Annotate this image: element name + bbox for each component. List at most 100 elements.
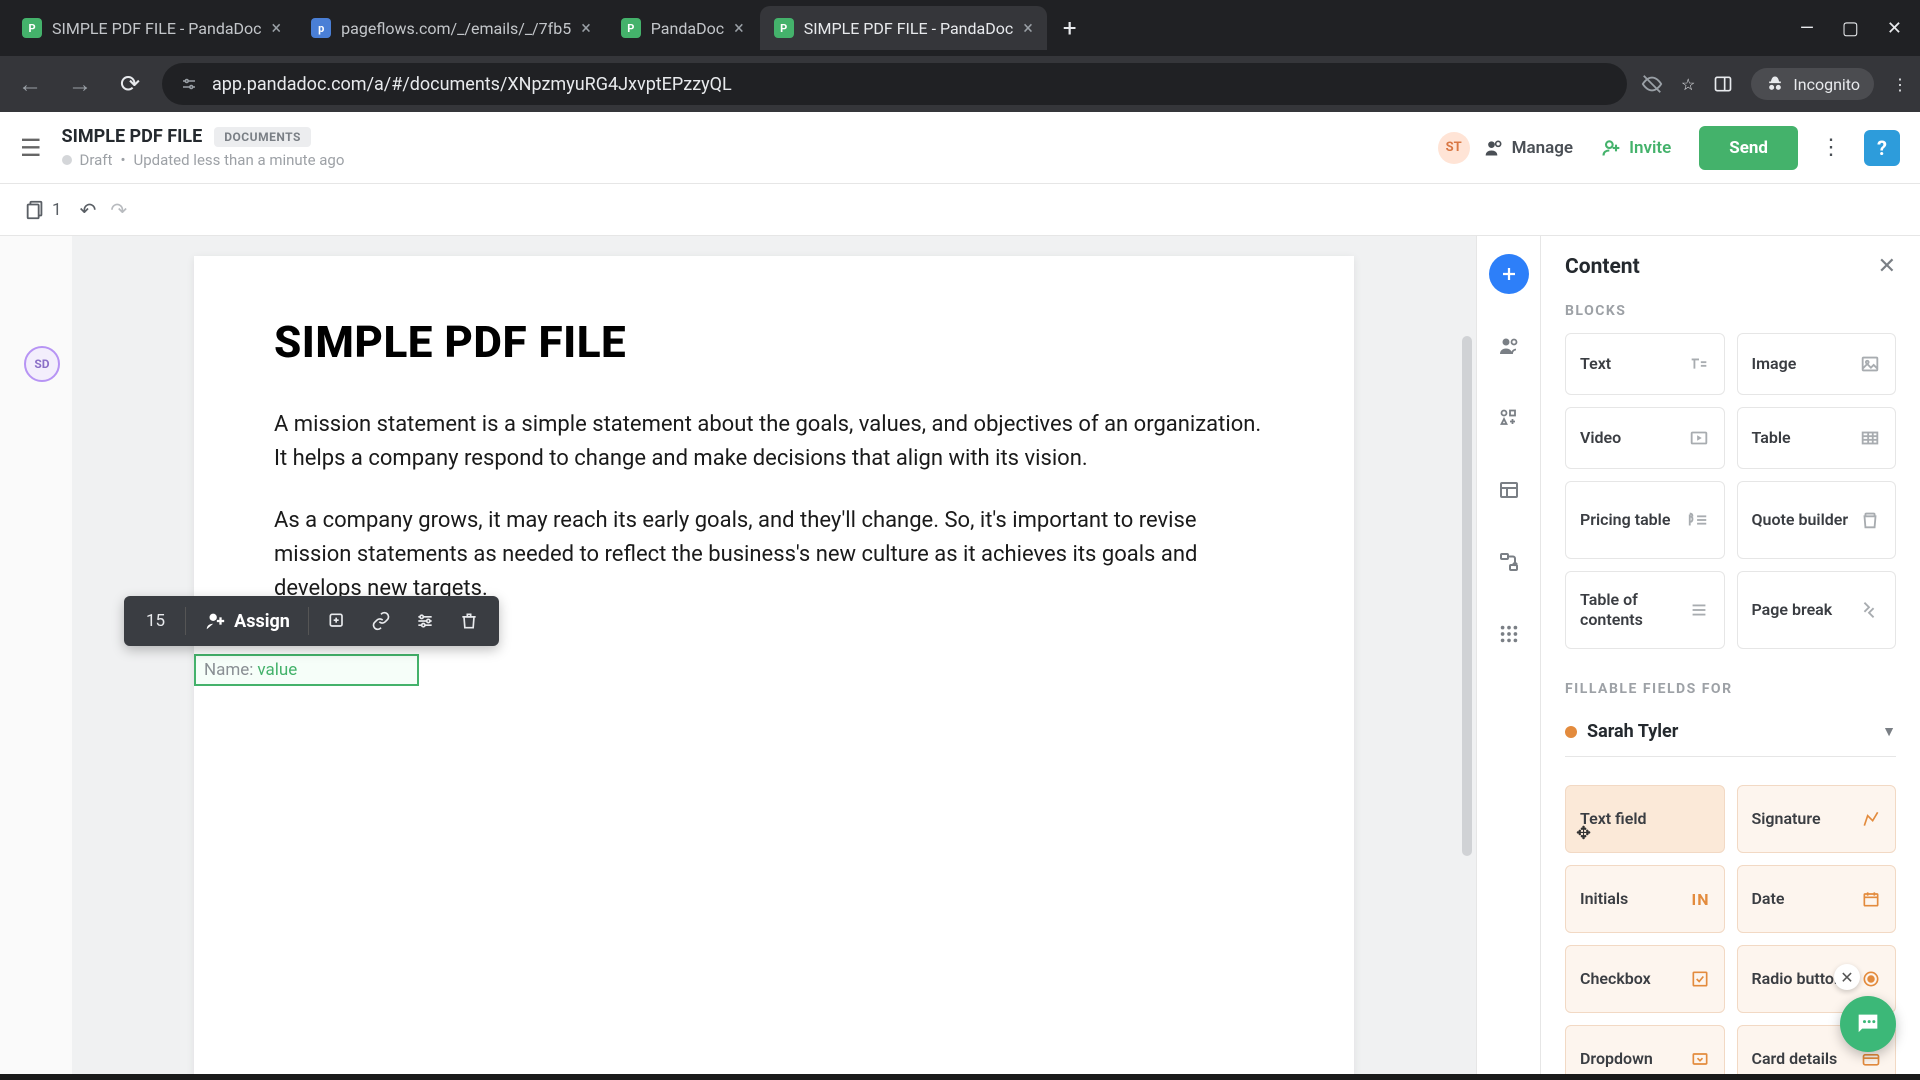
- browser-tab-strip: P SIMPLE PDF FILE - PandaDoc × p pageflo…: [0, 0, 1920, 56]
- eye-off-icon[interactable]: [1641, 73, 1663, 95]
- duplicate-icon[interactable]: [317, 605, 357, 637]
- minimize-icon[interactable]: —: [1800, 18, 1814, 39]
- site-settings-icon[interactable]: [180, 75, 198, 93]
- content-panel: Content ✕ BLOCKS Text Image Video: [1540, 236, 1920, 1080]
- address-bar[interactable]: app.pandadoc.com/a/#/documents/XNpzmyuRG…: [162, 63, 1627, 105]
- fillable-section-label: FILLABLE FIELDS FOR: [1541, 669, 1920, 711]
- new-tab-button[interactable]: +: [1049, 14, 1091, 42]
- block-image[interactable]: Image: [1737, 333, 1897, 395]
- close-panel-button[interactable]: ✕: [1878, 254, 1896, 279]
- block-label: Image: [1752, 354, 1797, 374]
- redo-button: ↷: [110, 198, 127, 222]
- apps-icon[interactable]: [1489, 614, 1529, 654]
- side-panel-icon[interactable]: [1713, 74, 1733, 94]
- back-button[interactable]: ←: [12, 66, 48, 102]
- chevron-down-icon: ▼: [1882, 723, 1896, 740]
- block-pricing-table[interactable]: Pricing table: [1565, 481, 1725, 559]
- close-icon[interactable]: ×: [272, 18, 282, 39]
- delete-icon[interactable]: [449, 605, 489, 637]
- block-video[interactable]: Video: [1565, 407, 1725, 469]
- workflow-icon[interactable]: [1489, 542, 1529, 582]
- menu-button[interactable]: ☰: [20, 134, 42, 162]
- assign-button[interactable]: Assign: [194, 604, 300, 638]
- paragraph: A mission statement is a simple statemen…: [274, 408, 1274, 476]
- document-page[interactable]: SIMPLE PDF FILE A mission statement is a…: [194, 256, 1354, 1080]
- page-break-icon: [1857, 599, 1881, 621]
- block-table[interactable]: Table: [1737, 407, 1897, 469]
- canvas[interactable]: SIMPLE PDF FILE A mission statement is a…: [72, 236, 1476, 1080]
- text-field-placed[interactable]: Name: value: [194, 654, 419, 686]
- undo-button[interactable]: ↶: [80, 198, 97, 222]
- move-cursor-icon: ✥: [1576, 823, 1591, 844]
- bookmark-icon[interactable]: ☆: [1681, 75, 1695, 94]
- close-window-icon[interactable]: ✕: [1887, 18, 1902, 39]
- link-icon[interactable]: [361, 605, 401, 637]
- document-title[interactable]: SIMPLE PDF FILE: [62, 126, 203, 147]
- user-avatar[interactable]: ST: [1438, 132, 1470, 164]
- manage-label: Manage: [1512, 138, 1573, 158]
- right-rail: [1476, 236, 1540, 1080]
- field-label: Date: [1752, 889, 1785, 909]
- chat-dismiss-button[interactable]: ✕: [1834, 964, 1860, 990]
- block-toc[interactable]: Table of contents: [1565, 571, 1725, 649]
- browser-tab-active[interactable]: P SIMPLE PDF FILE - PandaDoc ×: [760, 6, 1047, 50]
- variables-icon[interactable]: [1489, 398, 1529, 438]
- browser-tab[interactable]: p pageflows.com/_/emails/_/7fb5 ×: [297, 6, 605, 50]
- assignee-dropdown[interactable]: Sarah Tyler ▼: [1565, 711, 1896, 757]
- favicon-pandadoc: P: [621, 18, 641, 38]
- block-label: Pricing table: [1580, 510, 1670, 530]
- manage-button[interactable]: Manage: [1484, 138, 1573, 158]
- reload-button[interactable]: ⟳: [112, 66, 148, 102]
- document-toolbar: 1 ↶ ↷: [0, 184, 1920, 236]
- field-initials[interactable]: Initials IN: [1565, 865, 1725, 933]
- recipients-icon[interactable]: [1489, 326, 1529, 366]
- left-gutter: SD: [0, 236, 72, 1080]
- favicon-pandadoc: P: [22, 18, 42, 38]
- field-toolbar: 15 Assign: [124, 596, 499, 646]
- incognito-badge[interactable]: Incognito: [1751, 68, 1874, 100]
- scrollbar[interactable]: [1462, 336, 1472, 856]
- block-label: Table: [1752, 428, 1791, 448]
- block-page-break[interactable]: Page break: [1737, 571, 1897, 649]
- quote-icon: [1859, 509, 1881, 531]
- close-icon[interactable]: ×: [581, 18, 591, 39]
- font-size-input[interactable]: 15: [134, 605, 177, 637]
- block-text[interactable]: Text: [1565, 333, 1725, 395]
- help-button[interactable]: ?: [1864, 130, 1900, 166]
- field-date[interactable]: Date: [1737, 865, 1897, 933]
- browser-menu-icon[interactable]: ⋮: [1892, 75, 1908, 94]
- favicon-pageflows: p: [311, 18, 331, 38]
- block-label: Quote builder: [1752, 510, 1849, 530]
- field-text[interactable]: Text field ✥: [1565, 785, 1725, 853]
- add-content-button[interactable]: [1489, 254, 1529, 294]
- browser-tab[interactable]: P PandaDoc ×: [607, 6, 758, 50]
- card-icon: [1861, 1049, 1881, 1069]
- field-signature[interactable]: Signature: [1737, 785, 1897, 853]
- chat-widget-button[interactable]: [1840, 996, 1896, 1052]
- layout-icon[interactable]: [1489, 470, 1529, 510]
- document-type-badge: DOCUMENTS: [214, 127, 311, 147]
- assignee-color-dot: [1565, 726, 1577, 738]
- invite-button[interactable]: Invite: [1587, 130, 1685, 166]
- page-heading: SIMPLE PDF FILE: [274, 316, 1274, 368]
- more-options-button[interactable]: ⋮: [1812, 135, 1850, 160]
- field-dropdown[interactable]: Dropdown: [1565, 1025, 1725, 1080]
- field-checkbox[interactable]: Checkbox: [1565, 945, 1725, 1013]
- presence-avatar[interactable]: SD: [24, 346, 60, 382]
- settings-icon[interactable]: [405, 605, 445, 637]
- status-dot-icon: [62, 155, 72, 165]
- blocks-section-label: BLOCKS: [1541, 291, 1920, 333]
- field-label: Dropdown: [1580, 1049, 1653, 1069]
- browser-toolbar: ← → ⟳ app.pandadoc.com/a/#/documents/XNp…: [0, 56, 1920, 112]
- browser-tab[interactable]: P SIMPLE PDF FILE - PandaDoc ×: [8, 6, 295, 50]
- toc-icon: [1688, 599, 1710, 621]
- send-button[interactable]: Send: [1699, 126, 1798, 170]
- block-quote-builder[interactable]: Quote builder: [1737, 481, 1897, 559]
- close-icon[interactable]: ×: [1023, 18, 1033, 39]
- incognito-label: Incognito: [1793, 75, 1860, 94]
- tab-title: SIMPLE PDF FILE - PandaDoc: [52, 19, 262, 38]
- pages-button[interactable]: 1: [24, 199, 62, 221]
- close-icon[interactable]: ×: [734, 18, 744, 39]
- panel-title: Content: [1565, 255, 1640, 279]
- maximize-icon[interactable]: ▢: [1842, 18, 1859, 39]
